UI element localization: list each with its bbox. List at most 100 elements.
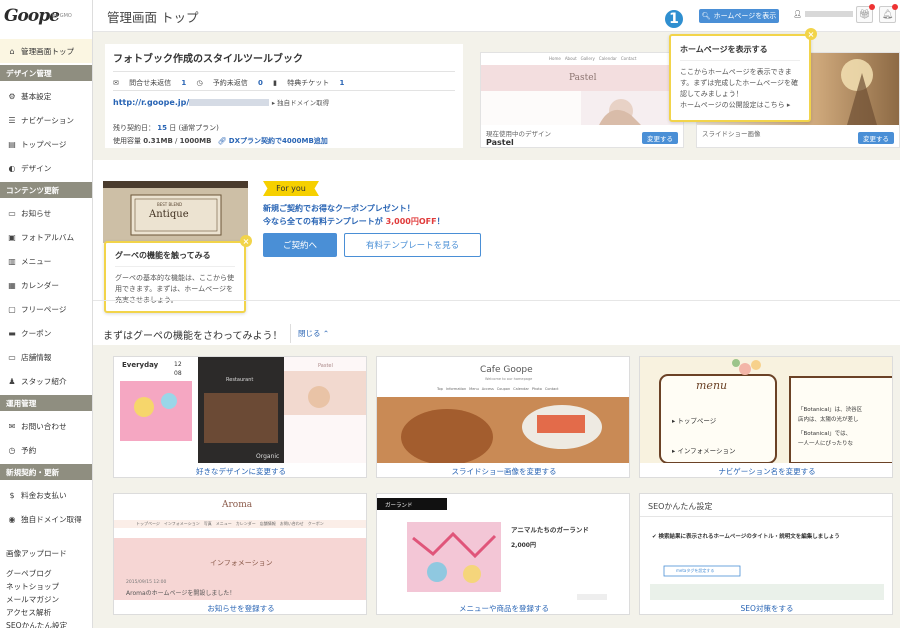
homepage-tooltip-title: ホームページを表示する <box>680 44 800 61</box>
sidebar-item-shop[interactable]: ▭ 店舗情報 <box>0 345 92 369</box>
sidebar-item-menu[interactable]: ▥ メニュー <box>0 249 92 273</box>
reservations-stat[interactable]: ◷ 予約未返信 0 <box>196 79 262 87</box>
notification-dot <box>869 4 875 10</box>
gift-icon[interactable]: 🎁︎ <box>856 4 875 23</box>
features-tooltip-title: グーペの機能を触ってみる <box>115 250 235 267</box>
sidebar-item-label: スタッフ紹介 <box>21 376 67 386</box>
for-you-badge: For you <box>263 181 319 196</box>
promo-line-2: 今なら全ての有料テンプレートが 3,000円OFF！ <box>263 217 445 226</box>
goope-logo[interactable]: Goope by GMO <box>4 4 90 32</box>
sidebar-item-dollar[interactable]: $ 料金お支払い <box>0 483 92 507</box>
sidebar-item-label: トップページ <box>21 139 67 149</box>
palette-icon: ◐ <box>8 163 16 173</box>
feature-card-design[interactable]: Everyday 12 08 Restaurant Organic Pastel… <box>113 356 367 478</box>
sidebar-link[interactable]: 画像アップロード <box>6 548 67 559</box>
paid-templates-button[interactable]: 有料テンプレートを見る <box>344 233 481 257</box>
freepage-icon: ▢ <box>8 304 16 314</box>
view-homepage-label: ホームページを表示 <box>713 12 777 20</box>
sidebar-link[interactable]: グーペブログ <box>6 568 52 579</box>
sidebar-item-label: 料金お支払い <box>21 490 67 500</box>
feature-card-label: SEO対策をする <box>640 600 892 614</box>
feature-card-label: ナビゲーション名を変更する <box>640 463 892 477</box>
sidebar-item-list[interactable]: ☰ ナビゲーション <box>0 108 92 132</box>
sidebar-link[interactable]: ネットショップ <box>6 581 59 592</box>
view-homepage-button[interactable]: 🔍︎ ホームページを表示 <box>699 9 779 23</box>
homepage-tooltip-close-icon[interactable]: × <box>805 28 817 40</box>
sidebar: Goope by GMO ⌂ 管理画面トップ デザイン管理 ⚙ 基本設定 ☰ ナビゲーション… <box>0 0 93 628</box>
upgrade-plan-link[interactable]: 🔗︎ DXプラン契約で4000MB追加 <box>218 137 328 145</box>
sidebar-item-label: 管理画面トップ <box>21 46 75 56</box>
domain-link[interactable]: ▸ 独自ドメイン取得 <box>272 99 329 107</box>
sidebar-item-label: クーポン <box>21 328 52 338</box>
feature-card-news[interactable]: Aroma トップページ インフォメーション 写真 メニュー カレンダー 店舗情報 お問い合… <box>113 493 367 615</box>
sidebar-item-label: メニュー <box>21 256 52 266</box>
sidebar-link[interactable]: SEOかんたん設定 <box>6 620 67 628</box>
homepage-tooltip-body: ここからホームページを表示できます。まずは完成したホームページを確認してみましょ… <box>680 68 798 98</box>
sidebar-item-gear[interactable]: ⚙ 基本設定 <box>0 84 92 108</box>
features-tooltip-close-icon[interactable]: × <box>240 235 252 247</box>
change-slideshow-button[interactable]: 変更する <box>858 132 894 144</box>
sidebar-item-photo[interactable]: ▣ フォトアルバム <box>0 225 92 249</box>
ticket-icon: ▮ <box>273 79 277 87</box>
antique-template-image[interactable]: BEST BLEND Antique <box>103 181 248 243</box>
sidebar-item-label: 予約 <box>21 445 37 455</box>
staff-icon: ♟ <box>8 376 16 386</box>
inquiries-stat[interactable]: ✉ 問合せ未返信 1 <box>113 79 186 87</box>
sidebar-link[interactable]: アクセス解析 <box>6 607 51 618</box>
calendar-icon: ▦ <box>8 280 16 290</box>
feature-thumb: menu ▸ トップページ ▸ インフォメーション 「Botanical」は、渋… <box>640 357 892 463</box>
sidebar-item-palette[interactable]: ◐ デザイン <box>0 156 92 180</box>
coupon-icon: ▬ <box>8 328 16 338</box>
bell-icon[interactable]: 🔔︎ <box>879 4 898 23</box>
feature-card-label: スライドショー画像を変更する <box>377 463 629 477</box>
home-icon: ⌂ <box>9 46 15 56</box>
sidebar-item-label: フリーページ <box>21 304 67 314</box>
sidebar-item-news[interactable]: ▭ お知らせ <box>0 201 92 225</box>
sidebar-item-staff[interactable]: ♟ スタッフ紹介 <box>0 369 92 393</box>
sidebar-item-domain[interactable]: ◉ 独自ドメイン取得 <box>0 507 92 531</box>
change-design-button[interactable]: 変更する <box>642 132 678 144</box>
public-settings-link[interactable]: ホームページの公開設定はこちら ▸ <box>680 100 800 111</box>
envelope-icon: ✉ <box>113 79 119 87</box>
sidebar-link[interactable]: メールマガジン <box>6 594 59 605</box>
news-icon: ▭ <box>8 208 16 218</box>
sidebar-item-coupon[interactable]: ▬ クーポン <box>0 321 92 345</box>
antique-small-label: BEST BLEND <box>157 202 183 207</box>
reserve-icon: ◷ <box>8 445 16 455</box>
photo-icon: ▣ <box>8 232 16 242</box>
clock-icon: ◷ <box>196 79 203 87</box>
sidebar-item-calendar[interactable]: ▦ カレンダー <box>0 273 92 297</box>
antique-label: Antique <box>149 209 189 220</box>
user-menu[interactable]: 👤︎ <box>793 10 853 18</box>
design-caption: 現在使用中のデザイン Pastel <box>486 130 551 147</box>
sidebar-item-reserve[interactable]: ◷ 予約 <box>0 438 92 462</box>
feature-card-products[interactable]: ガーランド アニマルたちのガーランド 2,000円 メニューや商品を登録する <box>376 493 630 615</box>
site-url-link[interactable]: http://r.goope.jp/ <box>113 98 189 107</box>
sidebar-item-label: お知らせ <box>21 208 52 218</box>
sidebar-item-label: デザイン <box>21 163 52 173</box>
feature-card-seo[interactable]: SEOかんたん設定 ✔ 検索結果に表示されるホームページのタイトル・説明文を編集… <box>639 493 893 615</box>
design-thumbnail[interactable]: Home About Gallery Calendar Contact Pastel <box>481 53 683 125</box>
site-url-masked <box>189 99 270 106</box>
sidebar-item-home[interactable]: ⌂ 管理画面トップ <box>0 39 92 63</box>
design-name: Pastel <box>486 138 514 147</box>
feature-card-slideshow[interactable]: Cafe Goope Welcome to our homepage Top In… <box>376 356 630 478</box>
feature-card-navigation[interactable]: menu ▸ トップページ ▸ インフォメーション 「Botanical」は、渋… <box>639 356 893 478</box>
sidebar-item-page[interactable]: ▤ トップページ <box>0 132 92 156</box>
sidebar-item-label: フォトアルバム <box>21 232 75 242</box>
page-title: 管理画面 トップ <box>107 10 199 25</box>
menu-icon: ▥ <box>8 256 16 266</box>
site-info-box: フォトブック作成のスタイルツールブック ✉ 問合せ未返信 1 ◷ 予約未返信 0… <box>105 44 463 148</box>
sidebar-item-label: 独自ドメイン取得 <box>21 514 82 524</box>
features-grid: Everyday 12 08 Restaurant Organic Pastel… <box>93 345 900 628</box>
tickets-stat[interactable]: ▮ 特典チケット 1 <box>273 79 344 87</box>
sidebar-item-freepage[interactable]: ▢ フリーページ <box>0 297 92 321</box>
url-row: http://r.goope.jp/ ▸ 独自ドメイン取得 <box>113 90 455 107</box>
sidebar-item-mail[interactable]: ✉ お問い合わせ <box>0 414 92 438</box>
features-close-toggle[interactable]: 閉じる ⌃ <box>290 324 329 343</box>
feature-card-label: 好きなデザインに変更する <box>114 463 366 477</box>
current-design-card: Home About Gallery Calendar Contact Pastel 現… <box>480 52 684 148</box>
contract-button[interactable]: ご契約へ <box>263 233 337 257</box>
sidebar-item-label: 店舗情報 <box>21 352 52 362</box>
sidebar-section-heading: コンテンツ更新 <box>0 182 92 198</box>
